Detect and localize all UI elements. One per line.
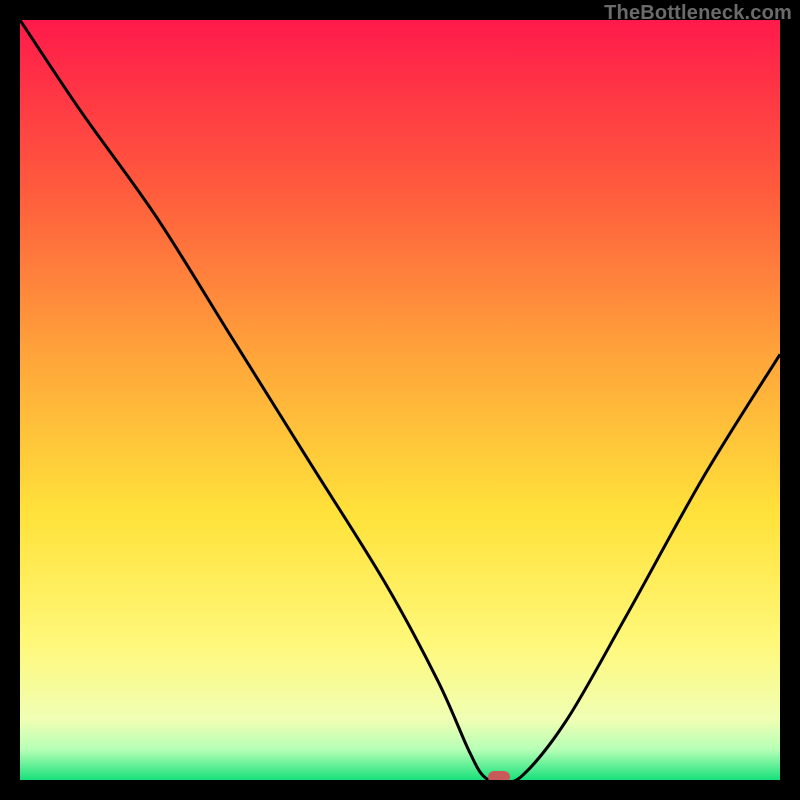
plot-area bbox=[20, 20, 780, 780]
optimal-point-marker bbox=[488, 771, 510, 780]
chart-frame: TheBottleneck.com bbox=[0, 0, 800, 800]
bottleneck-curve bbox=[20, 20, 780, 780]
curve-svg bbox=[20, 20, 780, 780]
